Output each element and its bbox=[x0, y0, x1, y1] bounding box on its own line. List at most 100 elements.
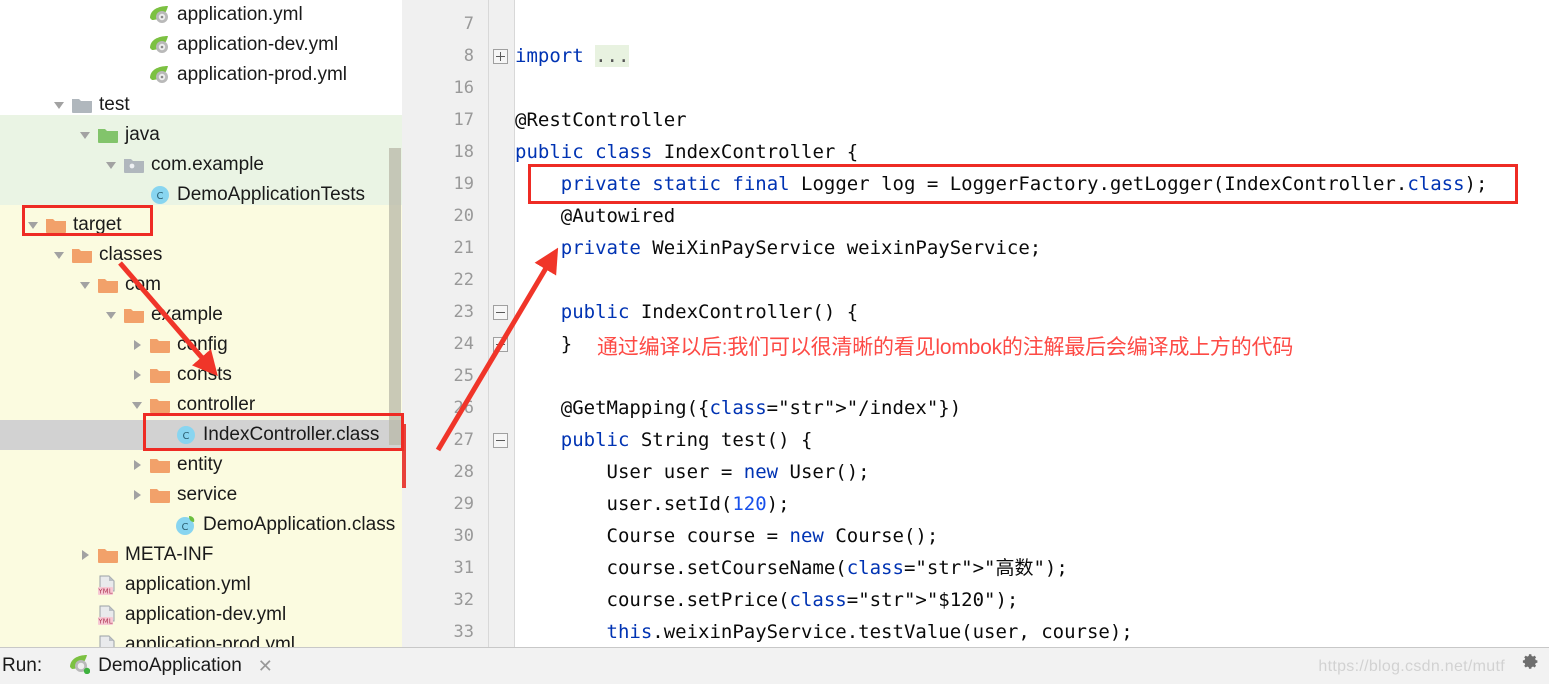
chevron-down-icon[interactable] bbox=[22, 210, 44, 240]
tree-row[interactable]: example bbox=[0, 300, 402, 330]
code-line[interactable]: user.setId(120); bbox=[515, 488, 790, 520]
run-tab[interactable]: DemoApplication ✕ bbox=[68, 654, 273, 679]
svg-text:C: C bbox=[183, 431, 190, 442]
project-tree-panel[interactable]: application.yml application-dev.yml applic… bbox=[0, 0, 402, 648]
tree-row[interactable]: application-prod.yml bbox=[0, 60, 402, 90]
chevron-down-icon[interactable] bbox=[74, 120, 96, 150]
tree-row[interactable]: YML application.yml bbox=[0, 570, 402, 600]
spring-yaml-icon bbox=[148, 0, 172, 30]
tree-row[interactable]: service bbox=[0, 480, 402, 510]
tree-row-label: application.yml bbox=[177, 4, 303, 25]
tree-row[interactable]: application.yml bbox=[0, 0, 402, 30]
tree-row[interactable]: application-dev.yml bbox=[0, 30, 402, 60]
yml-file-icon: YML bbox=[96, 630, 120, 648]
folder-orange-icon bbox=[148, 450, 172, 480]
code-line[interactable]: import ... bbox=[515, 40, 630, 72]
tree-row-list[interactable]: application.yml application-dev.yml applic… bbox=[0, 0, 402, 648]
tree-row[interactable]: YML application-dev.yml bbox=[0, 600, 402, 630]
tree-row[interactable]: controller bbox=[0, 390, 402, 420]
fold-collapse-icon[interactable] bbox=[493, 433, 508, 448]
folder-orange-icon bbox=[96, 540, 120, 570]
chevron-down-icon[interactable] bbox=[100, 300, 122, 330]
code-line[interactable]: public class IndexController { bbox=[515, 136, 858, 168]
tree-row[interactable]: test bbox=[0, 90, 402, 120]
tree-row[interactable]: entity bbox=[0, 450, 402, 480]
code-line[interactable]: private static final Logger log = Logger… bbox=[515, 168, 1488, 200]
code-line[interactable]: Course course = new Course(); bbox=[515, 520, 939, 552]
tree-row[interactable]: com bbox=[0, 270, 402, 300]
fold-expand-icon[interactable] bbox=[493, 49, 508, 64]
tree-row-selected[interactable]: C IndexController.class bbox=[0, 420, 402, 450]
run-label: Run: bbox=[2, 655, 43, 676]
yml-file-icon: YML bbox=[96, 600, 120, 630]
chevron-down-icon[interactable] bbox=[100, 150, 122, 180]
chevron-down-icon[interactable] bbox=[74, 270, 96, 300]
chevron-right-icon[interactable] bbox=[126, 480, 148, 510]
tree-row-label: test bbox=[99, 94, 130, 115]
code-line[interactable]: @GetMapping({class="str">"/index"}) bbox=[515, 392, 961, 424]
tree-row[interactable]: classes bbox=[0, 240, 402, 270]
tree-row[interactable]: C DemoApplication.class bbox=[0, 510, 402, 540]
editor-gutter[interactable]: 7 8 16 17 18 19 20 21 22 23 24 25 26 27 28 29 30 31 32 33 bbox=[402, 0, 489, 648]
fold-collapse-icon[interactable] bbox=[493, 305, 508, 320]
folder-orange-icon bbox=[44, 210, 68, 240]
tree-row-label: application-dev.yml bbox=[177, 34, 339, 55]
code-line[interactable]: User user = new User(); bbox=[515, 456, 870, 488]
code-line[interactable]: public IndexController() { bbox=[515, 296, 858, 328]
chevron-down-icon[interactable] bbox=[126, 390, 148, 420]
line-number: 16 bbox=[453, 78, 474, 98]
svg-text:YML: YML bbox=[97, 587, 112, 595]
tree-row[interactable]: target bbox=[0, 210, 402, 240]
code-line[interactable]: course.setCourseName(class="str">"高数"); bbox=[515, 552, 1068, 584]
code-line[interactable]: private WeiXinPayService weixinPayServic… bbox=[515, 232, 1041, 264]
code-line[interactable]: @RestController bbox=[515, 104, 687, 136]
line-number: 17 bbox=[453, 110, 474, 130]
tree-row[interactable]: C DemoApplicationTests bbox=[0, 180, 402, 210]
code-line[interactable]: this.weixinPayService.testValue(user, co… bbox=[515, 616, 1133, 648]
tree-row-label: service bbox=[177, 484, 238, 505]
editor-fold-strip[interactable] bbox=[489, 0, 515, 648]
code-editor[interactable]: 7 8 16 17 18 19 20 21 22 23 24 25 26 27 28 29 30 31 32 33 i… bbox=[402, 0, 1549, 648]
chevron-right-icon[interactable] bbox=[126, 450, 148, 480]
close-icon[interactable]: ✕ bbox=[258, 656, 273, 677]
line-number: 7 bbox=[463, 14, 474, 34]
tree-row[interactable]: YML application-prod.yml bbox=[0, 630, 402, 648]
line-number: 21 bbox=[453, 238, 474, 258]
gear-icon[interactable] bbox=[1517, 649, 1541, 678]
code-line[interactable]: public String test() { bbox=[515, 424, 813, 456]
line-number: 8 bbox=[463, 46, 474, 66]
yml-file-icon: YML bbox=[96, 570, 120, 600]
run-tab-name: DemoApplication bbox=[98, 655, 242, 676]
code-line[interactable]: course.setPrice(class="str">"$120"); bbox=[515, 584, 1019, 616]
tree-scrollbar[interactable] bbox=[389, 0, 402, 648]
code-line[interactable]: } bbox=[515, 328, 572, 360]
tree-row-label: application-dev.yml bbox=[125, 604, 287, 625]
editor-code-area[interactable]: import ... @RestController public class In… bbox=[515, 0, 1549, 648]
chevron-down-icon[interactable] bbox=[48, 240, 70, 270]
chevron-right-icon[interactable] bbox=[126, 360, 148, 390]
error-stripe bbox=[402, 456, 406, 488]
annotation-note: 通过编译以后:我们可以很清晰的看见lombok的注解最后会编译成上方的代码 bbox=[597, 336, 1294, 359]
line-number: 33 bbox=[453, 622, 474, 642]
tree-scrollbar-thumb[interactable] bbox=[389, 148, 401, 445]
tree-row[interactable]: config bbox=[0, 330, 402, 360]
tree-row[interactable]: java bbox=[0, 120, 402, 150]
svg-text:C: C bbox=[182, 522, 189, 533]
tree-row[interactable]: com.example bbox=[0, 150, 402, 180]
code-line[interactable]: @Autowired bbox=[515, 200, 675, 232]
fold-collapse-icon[interactable] bbox=[493, 337, 508, 352]
tree-row[interactable]: META-INF bbox=[0, 540, 402, 570]
tree-row[interactable]: consts bbox=[0, 360, 402, 390]
svg-text:C: C bbox=[157, 191, 164, 202]
chevron-down-icon[interactable] bbox=[48, 90, 70, 120]
tree-row-label: classes bbox=[99, 244, 163, 265]
chevron-right-icon[interactable] bbox=[126, 330, 148, 360]
chevron-right-icon[interactable] bbox=[74, 540, 96, 570]
run-toolwindow-bar[interactable]: Run: DemoApplication ✕ https://blog.csdn… bbox=[0, 647, 1549, 684]
line-number: 20 bbox=[453, 206, 474, 226]
